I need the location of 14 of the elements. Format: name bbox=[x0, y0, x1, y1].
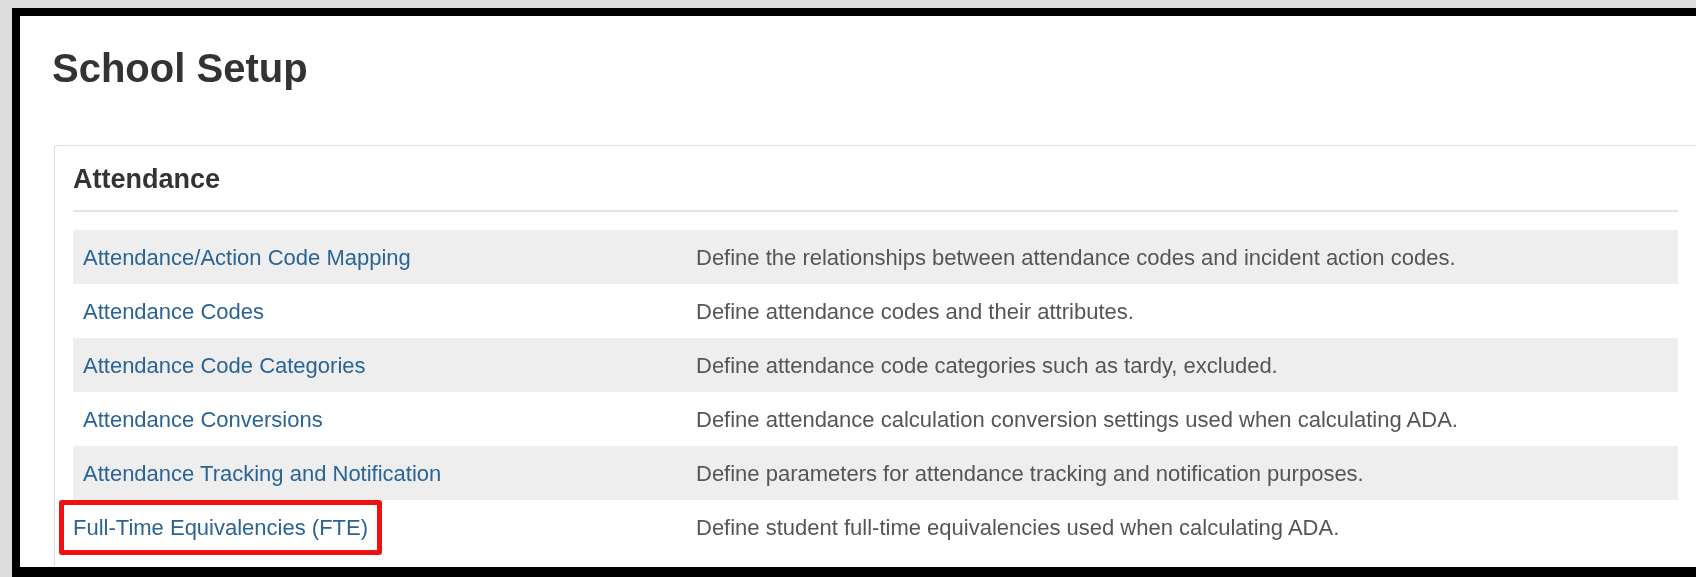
link-description: Define parameters for attendance tracking and notification purposes. bbox=[696, 459, 1364, 488]
setup-link[interactable]: Attendance Tracking and Notification bbox=[83, 456, 442, 490]
page-title: School Setup bbox=[52, 45, 309, 92]
link-description: Define attendance code categories such as tardy, excluded. bbox=[696, 351, 1278, 380]
setup-link[interactable]: Attendance Codes bbox=[83, 294, 265, 328]
setup-link[interactable]: Attendance/Action Code Mapping bbox=[83, 240, 411, 274]
setup-link[interactable]: Attendance Code Categories bbox=[83, 348, 366, 382]
setup-link[interactable]: Attendance Conversions bbox=[83, 402, 323, 436]
link-description: Define student full-time equivalencies used when calculating ADA. bbox=[696, 513, 1340, 542]
link-description: Define attendance codes and their attributes. bbox=[696, 297, 1134, 326]
panel-title: Attendance bbox=[73, 163, 222, 196]
setup-link[interactable]: Full-Time Equivalencies (FTE) bbox=[59, 499, 383, 555]
link-description: Define attendance calculation conversion settings used when calculating ADA. bbox=[696, 405, 1458, 434]
link-description: Define the relationships between attendance codes and incident action codes. bbox=[696, 243, 1456, 272]
